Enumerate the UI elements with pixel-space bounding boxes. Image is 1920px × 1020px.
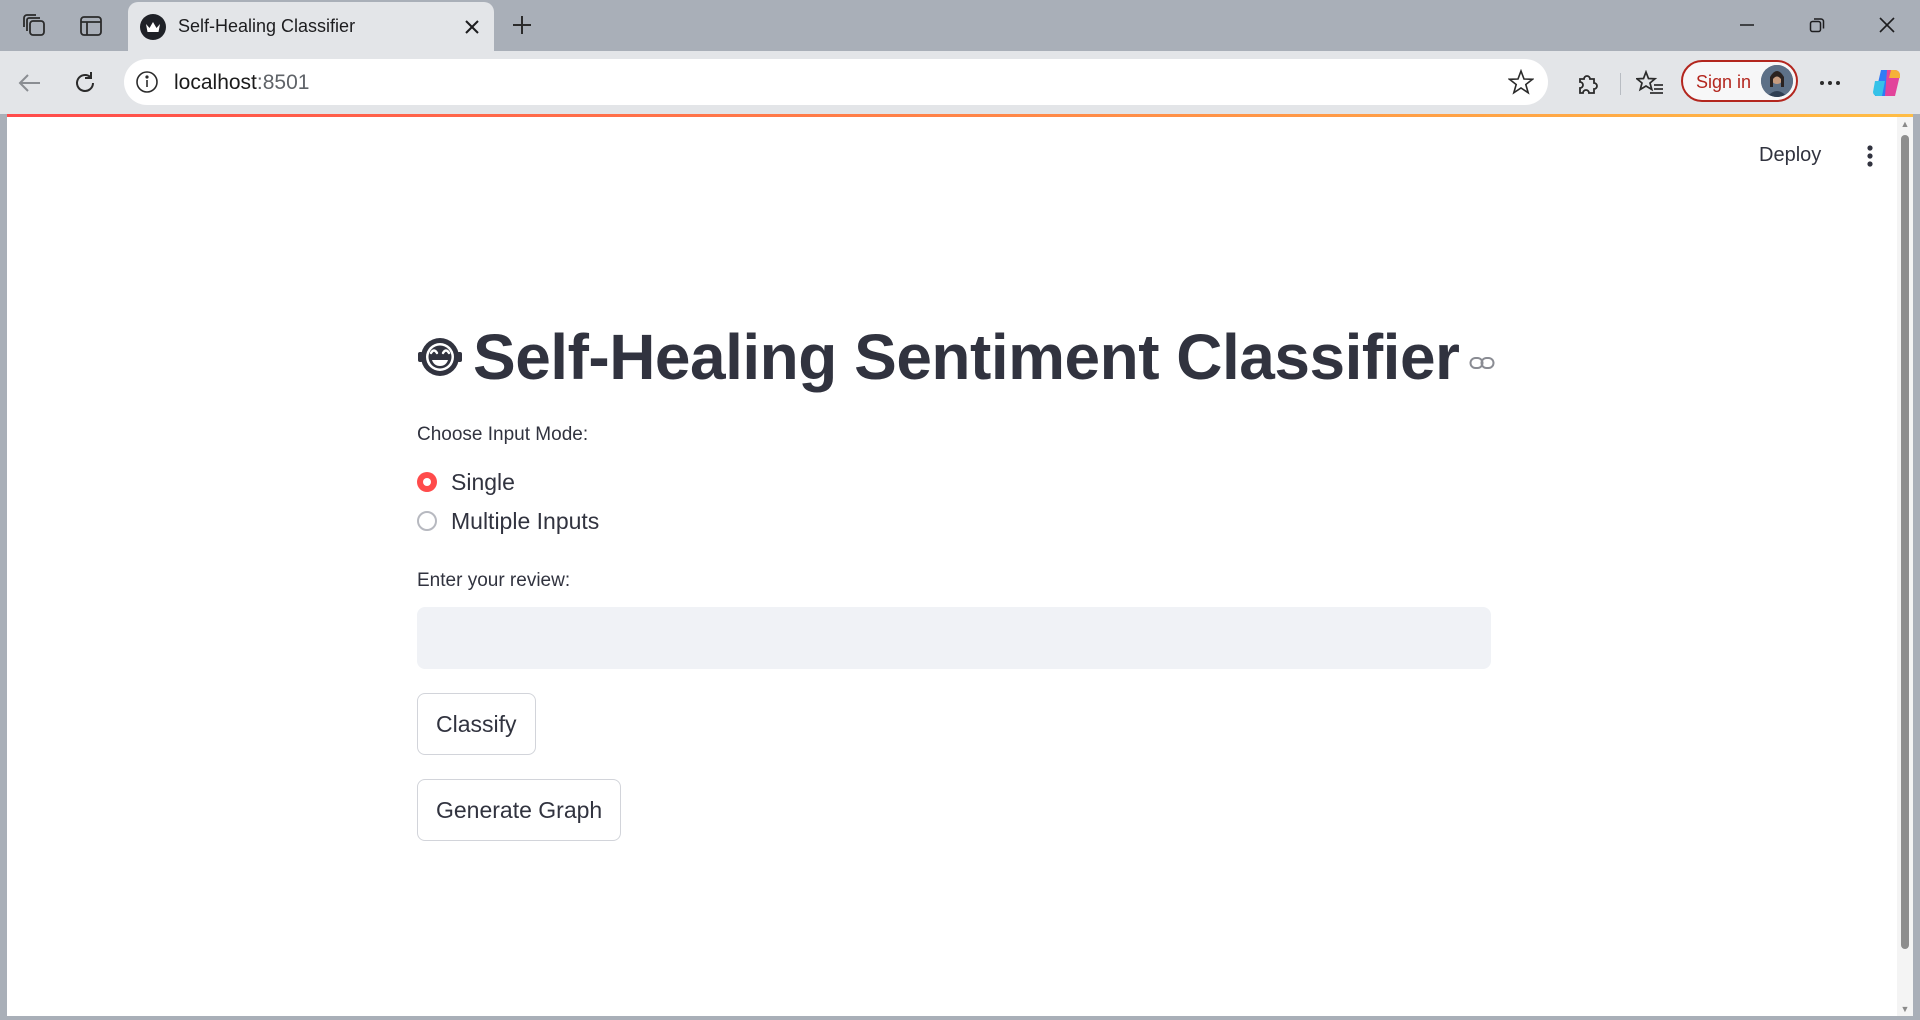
back-arrow-icon	[18, 74, 40, 92]
restore-icon	[1809, 18, 1825, 33]
close-window-button[interactable]	[1852, 0, 1920, 50]
url-host: localhost	[174, 71, 257, 94]
deploy-button[interactable]: Deploy	[1759, 144, 1821, 167]
app-decoration-bar	[7, 114, 1913, 117]
radio-label-multiple: Multiple Inputs	[451, 507, 600, 534]
classify-button[interactable]: Classify	[417, 693, 536, 755]
restore-button[interactable]	[1782, 0, 1852, 50]
page-title-text: Self-Healing Sentiment Classifier	[473, 321, 1460, 393]
crown-favicon-icon	[140, 14, 166, 40]
favorites-list-icon[interactable]	[1631, 64, 1669, 102]
page-viewport: Deploy Self-Healing Sentiment Classifier…	[7, 114, 1913, 1016]
sign-in-label: Sign in	[1696, 72, 1752, 92]
tab-title: Self-Healing Classifier	[178, 16, 356, 36]
browser-toolbar: localhost:8501 Sign in	[0, 51, 1920, 114]
scroll-up-arrow-icon[interactable]: ▲	[1900, 119, 1910, 129]
radio-option-single[interactable]: Single	[417, 465, 515, 499]
browser-titlebar: Self-Healing Classifier	[0, 0, 1920, 51]
back-button[interactable]	[11, 64, 49, 102]
tab-actions-icon[interactable]	[74, 9, 108, 43]
input-mode-label: Choose Input Mode:	[417, 424, 589, 445]
scroll-down-arrow-icon[interactable]: ▼	[1900, 1004, 1910, 1014]
puzzle-icon[interactable]	[1569, 64, 1607, 102]
sign-in-button[interactable]: Sign in	[1681, 60, 1798, 102]
more-vertical-icon[interactable]	[1856, 142, 1884, 170]
review-input[interactable]	[417, 607, 1491, 669]
review-label: Enter your review:	[417, 570, 571, 591]
page-title: Self-Healing Sentiment Classifier	[417, 317, 1495, 397]
window-bottom-edge	[0, 1016, 1920, 1020]
copilot-icon[interactable]	[1868, 64, 1906, 102]
radio-option-multiple[interactable]: Multiple Inputs	[417, 504, 599, 538]
plus-icon	[513, 16, 531, 34]
generate-graph-button[interactable]: Generate Graph	[417, 779, 622, 841]
address-bar[interactable]: localhost:8501	[124, 59, 1548, 105]
star-icon[interactable]	[1506, 67, 1536, 97]
close-icon	[1879, 17, 1895, 33]
radio-button-selected[interactable]	[417, 472, 437, 492]
refresh-icon	[76, 72, 94, 92]
url-port: :8501	[256, 71, 310, 94]
refresh-button[interactable]	[66, 64, 104, 102]
workspaces-icon[interactable]	[18, 9, 52, 43]
scrollbar-thumb[interactable]	[1901, 135, 1909, 949]
radio-button[interactable]	[417, 511, 437, 531]
scrollbar[interactable]: ▲ ▼	[1897, 117, 1913, 1016]
info-icon[interactable]	[134, 69, 160, 95]
toolbar-divider	[1620, 73, 1621, 95]
avatar	[1761, 65, 1793, 97]
new-tab-button[interactable]	[505, 8, 539, 42]
more-horizontal-icon[interactable]	[1811, 64, 1849, 102]
tab-close-icon[interactable]	[460, 15, 484, 39]
link-icon[interactable]	[1469, 349, 1495, 377]
robot-face-icon	[418, 338, 462, 376]
url-text[interactable]: localhost:8501	[174, 71, 309, 95]
browser-tab-active[interactable]: Self-Healing Classifier	[128, 2, 494, 51]
minimize-button[interactable]	[1712, 0, 1782, 50]
radio-label-single: Single	[451, 468, 515, 495]
minimize-icon	[1740, 24, 1754, 26]
